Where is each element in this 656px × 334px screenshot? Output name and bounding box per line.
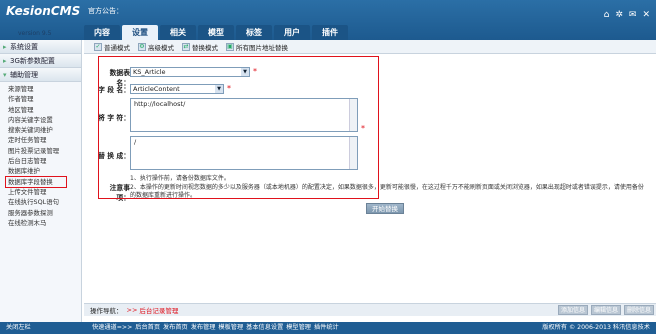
table-select[interactable]: KS_Article ▼	[130, 67, 250, 77]
sidebar-items: 来源管理 作者管理 地区管理 内容关键字设置 搜索关键词维护 定时任务管理 图片…	[0, 82, 81, 228]
required-mark: *	[227, 84, 231, 93]
sidebar-item-server-probe[interactable]: 服务器参数探测	[8, 208, 81, 218]
home-icon[interactable]: ⌂	[604, 10, 610, 20]
sidebar-item-sql[interactable]: 在线执行SQL语句	[8, 197, 81, 207]
sidebar-item-db-field-replace[interactable]: 数据库字段替换	[5, 175, 67, 188]
replace-row: 替 换 成： /	[98, 136, 358, 170]
sidebar-item-source[interactable]: 来源管理	[8, 84, 81, 94]
sidebar-section-3g[interactable]: 3G新参数配置	[0, 54, 81, 68]
top-header: KesionCMS version 9.5 官方公告： 内容 设置 相关 模型 …	[0, 0, 656, 40]
quick-links-list[interactable]: 后台首页 发布首页 发布管理 模板管理 基本信息设置 模型管理 插件统计	[135, 324, 338, 331]
delete-info-button[interactable]: 删除信息	[624, 305, 654, 315]
notes-block: 1、执行操作前，请备份数据库文件。 2、本操作的更新时间视您数据的多少以及服务器…	[130, 175, 644, 202]
gear-icon: ⚙	[138, 42, 146, 51]
check-icon: ✓	[94, 42, 102, 51]
notes-label: 注意事项：	[109, 184, 130, 202]
image-icon: ▣	[226, 42, 234, 51]
field-select[interactable]: ArticleContent ▼	[130, 84, 224, 94]
sidebar: 系统设置 3G新参数配置 辅助管理 来源管理 作者管理 地区管理 内容关键字设置…	[0, 40, 82, 322]
sidebar-item-admin-log[interactable]: 后台日志管理	[8, 156, 81, 166]
note-1: 1、执行操作前，请备份数据库文件。	[130, 175, 230, 182]
gear-icon[interactable]: ✲	[615, 10, 623, 20]
chevron-down-icon: ▼	[215, 85, 223, 93]
sidebar-section-aux[interactable]: 辅助管理	[0, 68, 81, 82]
op-buttons: 添加信息 编辑信息 删除信息	[558, 305, 654, 315]
sidebar-item-scheduled-tasks[interactable]: 定时任务管理	[8, 135, 81, 145]
field-row: 字 段 名： ArticleContent ▼ *	[98, 84, 231, 94]
advanced-mode-button[interactable]: ⚙ 高级模式	[138, 42, 174, 52]
find-row: 将 字 符： http://localhost/ *	[98, 98, 365, 133]
notes-row: 注意事项： 1、执行操作前，请备份数据库文件。 2、本操作的更新时间视您数据的多…	[98, 175, 644, 202]
scrollbar[interactable]	[349, 137, 357, 169]
scrollbar[interactable]	[349, 99, 357, 131]
tab-plugins[interactable]: 插件	[312, 25, 348, 40]
normal-mode-button[interactable]: ✓ 普通模式	[94, 42, 130, 52]
quick-links: 快速通道=>> 后台首页 发布首页 发布管理 模板管理 基本信息设置 模型管理 …	[92, 322, 339, 334]
mail-icon[interactable]: ✉	[629, 10, 637, 20]
replace-label: 替 换 成：	[98, 152, 130, 160]
tab-tags[interactable]: 标签	[236, 25, 272, 40]
notice-label: 官方公告：	[88, 7, 123, 15]
swap-icon: ⇄	[182, 42, 190, 51]
main-panel: ✓ 普通模式 ⚙ 高级模式 ⇄ 替换模式 ▣ 所有图片地址替换 数据表名： KS_Art…	[84, 40, 656, 322]
close-sidebar-link[interactable]: 关闭左栏	[6, 322, 31, 334]
chevron-down-icon: ▼	[241, 68, 249, 76]
copyright: 版权所有 © 2006-2013 科汛信息技术	[542, 324, 650, 331]
exit-icon[interactable]: ✕	[642, 10, 650, 20]
edit-info-button[interactable]: 编辑信息	[591, 305, 621, 315]
top-icons: ⌂ ✲ ✉ ✕	[604, 10, 650, 20]
sidebar-item-keywords[interactable]: 内容关键字设置	[8, 115, 81, 125]
logo-name: KesionCMS	[6, 4, 81, 18]
sidebar-item-db-maintenance[interactable]: 数据库维护	[8, 166, 81, 176]
note-2: 2、本操作的更新时间视您数据的多少以及服务器（或本地机器）的配置决定，如果数据很…	[130, 183, 644, 200]
find-label: 将 字 符：	[98, 114, 130, 122]
required-mark: *	[361, 124, 365, 133]
main-nav: 内容 设置 相关 模型 标签 用户 插件	[84, 25, 350, 40]
tab-models[interactable]: 模型	[198, 25, 234, 40]
tab-settings[interactable]: 设置	[122, 25, 158, 40]
tab-content[interactable]: 内容	[84, 25, 120, 40]
add-info-button[interactable]: 添加信息	[558, 305, 588, 315]
sidebar-item-search-keywords[interactable]: 搜索关键词维护	[8, 125, 81, 135]
tab-related[interactable]: 相关	[160, 25, 196, 40]
operation-bar: 操作导航： >> 后台记录管理 添加信息 编辑信息 删除信息	[84, 303, 656, 316]
tab-users[interactable]: 用户	[274, 25, 310, 40]
replace-all-images-button[interactable]: ▣ 所有图片地址替换	[226, 42, 288, 52]
op-arrow: >>	[126, 306, 138, 314]
replace-textarea[interactable]: /	[130, 136, 358, 170]
app-logo: KesionCMS version 9.5	[4, 4, 80, 40]
sidebar-item-vote-records[interactable]: 图片投票记录管理	[8, 146, 81, 156]
sidebar-item-trojan-scan[interactable]: 在线检测木马	[8, 218, 81, 228]
start-replace-button[interactable]: 开始替换	[366, 203, 404, 214]
field-label: 字 段 名：	[98, 86, 130, 94]
sidebar-section-system[interactable]: 系统设置	[0, 40, 81, 54]
op-label: 操作导航：	[90, 307, 123, 315]
quick-label: 快速通道=>>	[92, 324, 133, 331]
footer-bar: 关闭左栏 快速通道=>> 后台首页 发布首页 发布管理 模板管理 基本信息设置 …	[0, 322, 656, 334]
required-mark: *	[253, 67, 257, 76]
version-label: version 9.5	[18, 30, 52, 37]
breadcrumb[interactable]: 后台记录管理	[139, 305, 178, 315]
sidebar-item-upload-files[interactable]: 上传文件管理	[8, 187, 81, 197]
mode-toolbar: ✓ 普通模式 ⚙ 高级模式 ⇄ 替换模式 ▣ 所有图片地址替换	[84, 40, 656, 54]
find-textarea[interactable]: http://localhost/	[130, 98, 358, 132]
sidebar-item-author[interactable]: 作者管理	[8, 94, 81, 104]
replace-mode-button[interactable]: ⇄ 替换模式	[182, 42, 218, 52]
sidebar-item-region[interactable]: 地区管理	[8, 105, 81, 115]
